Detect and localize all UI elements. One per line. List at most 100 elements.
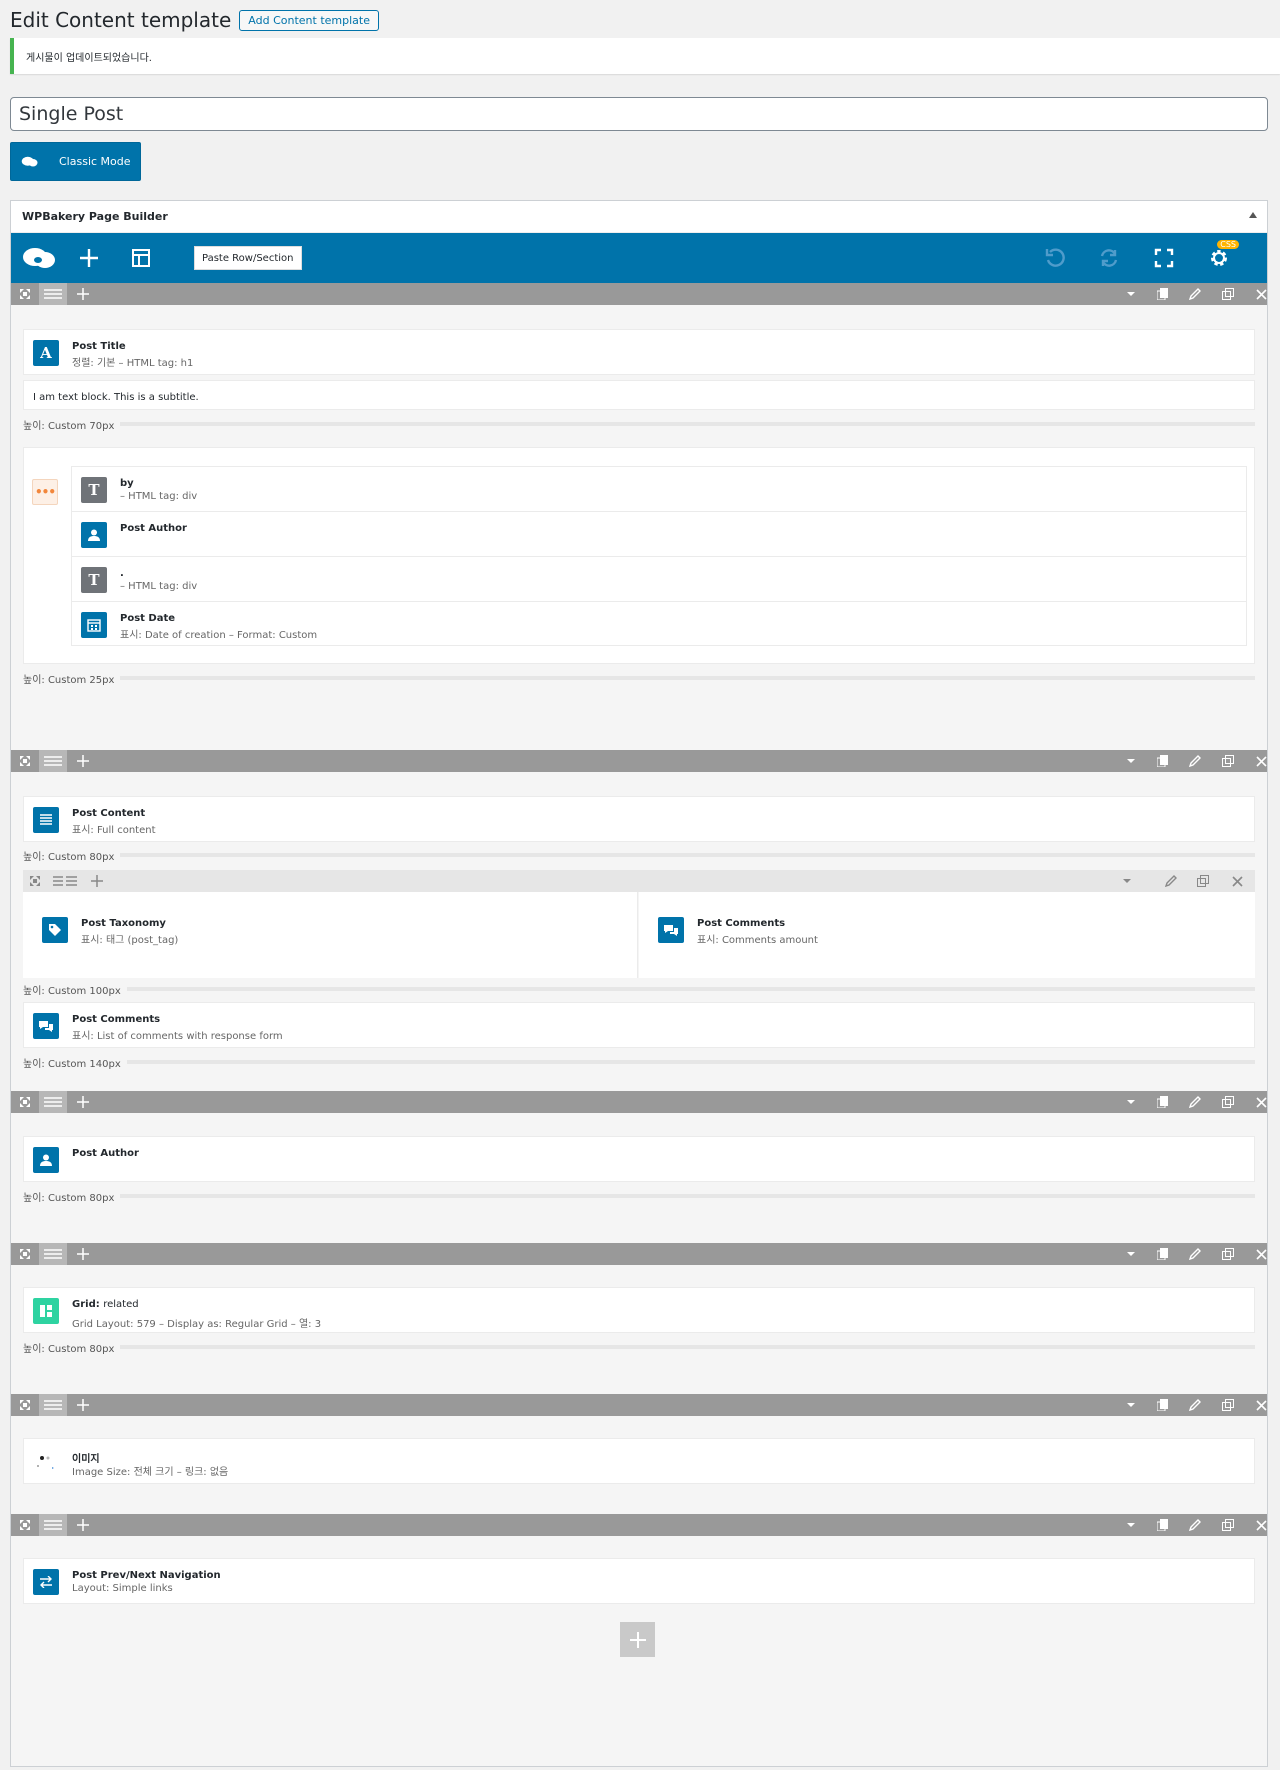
collapse-toggle-icon[interactable]: [1249, 212, 1257, 218]
row-controls-1: [11, 283, 1267, 305]
row-add-column-button[interactable]: [69, 1091, 97, 1113]
separator-80-r3[interactable]: 높이: Custom 80px: [23, 1187, 1255, 1205]
row-copy-button[interactable]: [1151, 1243, 1175, 1265]
row-toggle-button[interactable]: [1119, 750, 1143, 772]
row-copy-button[interactable]: [1151, 1514, 1175, 1536]
comments-icon: [33, 1013, 59, 1039]
row-edit-button[interactable]: [1183, 1243, 1207, 1265]
row-toggle-button[interactable]: [1119, 1394, 1143, 1416]
inner-row-layout-button[interactable]: [53, 870, 77, 892]
row-layout-button[interactable]: [39, 750, 67, 772]
row-copy-button[interactable]: [1151, 750, 1175, 772]
post-author-element-2[interactable]: Post Author: [23, 1136, 1255, 1182]
row-delete-button[interactable]: [1249, 1091, 1273, 1113]
row-layout-button[interactable]: [39, 1243, 67, 1265]
row-edit-button[interactable]: [1183, 750, 1207, 772]
row-toggle-button[interactable]: [1119, 283, 1143, 305]
row-move-button[interactable]: [11, 1514, 39, 1536]
row-move-button[interactable]: [11, 1091, 39, 1113]
row-toggle-button[interactable]: [1119, 1091, 1143, 1113]
templates-button[interactable]: [123, 233, 159, 283]
post-prev-next-navigation-element[interactable]: Post Prev/Next Navigation Layout: Simple…: [23, 1558, 1255, 1604]
move-icon: [20, 289, 30, 299]
separator-80[interactable]: 높이: Custom 80px: [23, 846, 1255, 864]
text-block-element[interactable]: I am text block. This is a subtitle.: [23, 380, 1255, 410]
row-delete-button[interactable]: [1249, 1514, 1273, 1536]
copy-icon: [1157, 755, 1168, 767]
add-content-template-button[interactable]: Add Content template: [239, 9, 379, 31]
row-clone-button[interactable]: [1216, 750, 1240, 772]
row-copy-button[interactable]: [1151, 283, 1175, 305]
container-element[interactable]: ••• T by – HTML tag: div Post Author T .…: [23, 447, 1255, 664]
post-author-element[interactable]: Post Author: [72, 512, 1246, 557]
add-element-button[interactable]: [71, 233, 107, 283]
row-move-button[interactable]: [11, 1243, 39, 1265]
text-element-dot[interactable]: T . – HTML tag: div: [72, 557, 1246, 602]
row-move-button[interactable]: [11, 1394, 39, 1416]
paste-row-section-button[interactable]: Paste Row/Section: [194, 246, 302, 270]
wpbakery-logo-button[interactable]: [19, 233, 59, 283]
redo-button[interactable]: [1091, 233, 1127, 283]
row-clone-button[interactable]: [1216, 1514, 1240, 1536]
row-clone-button[interactable]: [1216, 1243, 1240, 1265]
row-edit-button[interactable]: [1183, 283, 1207, 305]
post-title-input[interactable]: [10, 97, 1268, 131]
row-edit-button[interactable]: [1183, 1394, 1207, 1416]
classic-mode-button[interactable]: Classic Mode: [10, 142, 141, 181]
inner-row-delete-button[interactable]: [1225, 870, 1249, 892]
separator-140[interactable]: 높이: Custom 140px: [23, 1053, 1255, 1071]
row-delete-button[interactable]: [1249, 1394, 1273, 1416]
row-clone-button[interactable]: [1216, 283, 1240, 305]
inner-row-move-button[interactable]: [23, 870, 47, 892]
toggle-icon: [1123, 879, 1131, 883]
row-clone-button[interactable]: [1216, 1394, 1240, 1416]
move-icon: [20, 1097, 30, 1107]
row-toggle-button[interactable]: [1119, 1243, 1143, 1265]
separator-25[interactable]: 높이: Custom 25px: [23, 669, 1255, 687]
inner-row-toggle-button[interactable]: [1115, 870, 1139, 892]
row-layout-button[interactable]: [39, 283, 67, 305]
post-title-element[interactable]: A Post Title 정렬: 기본 – HTML tag: h1: [23, 329, 1255, 375]
post-taxonomy-element[interactable]: Post Taxonomy 표시: 태그 (post_tag): [33, 907, 628, 952]
row-edit-button[interactable]: [1183, 1091, 1207, 1113]
element-meta: 표시: Date of creation – Format: Custom: [120, 630, 318, 641]
separator-100[interactable]: 높이: Custom 100px: [23, 980, 1255, 998]
row-copy-button[interactable]: [1151, 1394, 1175, 1416]
inner-row-edit-button[interactable]: [1159, 870, 1183, 892]
row-add-column-button[interactable]: [69, 1243, 97, 1265]
grid-element[interactable]: Grid: related Grid Layout: 579 – Display…: [23, 1287, 1255, 1333]
row-layout-button[interactable]: [39, 1091, 67, 1113]
row-delete-button[interactable]: [1249, 1243, 1273, 1265]
row-copy-button[interactable]: [1151, 1091, 1175, 1113]
post-comments-amount-element[interactable]: Post Comments 표시: Comments amount: [649, 907, 1245, 952]
row-add-column-button[interactable]: [69, 283, 97, 305]
fullscreen-button[interactable]: [1146, 233, 1182, 283]
text-element-by[interactable]: T by – HTML tag: div: [72, 467, 1246, 512]
row-delete-button[interactable]: [1249, 283, 1273, 305]
row-clone-button[interactable]: [1216, 1091, 1240, 1113]
image-element[interactable]: 이미지 Image Size: 전체 크기 – 링크: 없음: [23, 1438, 1255, 1484]
row-add-column-button[interactable]: [69, 1394, 97, 1416]
post-comments-list-element[interactable]: Post Comments 표시: List of comments with …: [23, 1002, 1255, 1048]
settings-button[interactable]: CSS: [1201, 233, 1239, 283]
separator-70[interactable]: 높이: Custom 70px: [23, 415, 1255, 433]
row-add-column-button[interactable]: [69, 750, 97, 772]
undo-button[interactable]: [1037, 233, 1073, 283]
inner-row-clone-button[interactable]: [1191, 870, 1215, 892]
row-edit-button[interactable]: [1183, 1514, 1207, 1536]
edit-icon: [1189, 1096, 1201, 1108]
row-layout-button[interactable]: [39, 1394, 67, 1416]
row-toggle-button[interactable]: [1119, 1514, 1143, 1536]
more-options-icon[interactable]: •••: [32, 479, 58, 505]
row-move-button[interactable]: [11, 283, 39, 305]
post-date-element[interactable]: Post Date 표시: Date of creation – Format:…: [72, 602, 1246, 645]
inner-row-controls: [23, 870, 1255, 892]
add-element-bottom-button[interactable]: [620, 1622, 655, 1657]
separator-80-r4[interactable]: 높이: Custom 80px: [23, 1338, 1255, 1356]
post-content-element[interactable]: Post Content 표시: Full content: [23, 796, 1255, 842]
row-move-button[interactable]: [11, 750, 39, 772]
row-delete-button[interactable]: [1249, 750, 1273, 772]
inner-row-add-column-button[interactable]: [85, 870, 109, 892]
row-add-column-button[interactable]: [69, 1514, 97, 1536]
row-layout-button[interactable]: [39, 1514, 67, 1536]
